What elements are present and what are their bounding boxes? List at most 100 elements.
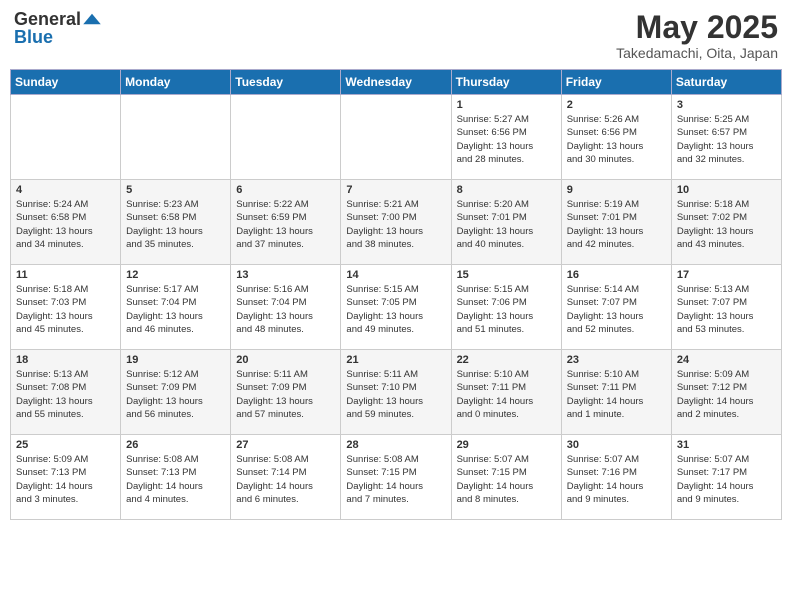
weekday-header-wednesday: Wednesday (341, 70, 451, 95)
day-info: Sunrise: 5:11 AM Sunset: 7:10 PM Dayligh… (346, 368, 445, 421)
day-info: Sunrise: 5:18 AM Sunset: 7:03 PM Dayligh… (16, 283, 115, 336)
day-info: Sunrise: 5:25 AM Sunset: 6:57 PM Dayligh… (677, 113, 776, 166)
calendar-cell: 1 Sunrise: 5:27 AM Sunset: 6:56 PM Daylig… (451, 95, 561, 180)
day-info: Sunrise: 5:16 AM Sunset: 7:04 PM Dayligh… (236, 283, 335, 336)
day-info: Sunrise: 5:09 AM Sunset: 7:13 PM Dayligh… (16, 453, 115, 506)
day-info: Sunrise: 5:07 AM Sunset: 7:17 PM Dayligh… (677, 453, 776, 506)
day-info: Sunrise: 5:08 AM Sunset: 7:13 PM Dayligh… (126, 453, 225, 506)
weekday-header-saturday: Saturday (671, 70, 781, 95)
day-info: Sunrise: 5:10 AM Sunset: 7:11 PM Dayligh… (457, 368, 556, 421)
day-number: 1 (457, 99, 556, 111)
day-number: 7 (346, 184, 445, 196)
title-block: May 2025 Takedamachi, Oita, Japan (616, 10, 778, 61)
calendar-cell: 22 Sunrise: 5:10 AM Sunset: 7:11 PM Dayli… (451, 350, 561, 435)
day-info: Sunrise: 5:19 AM Sunset: 7:01 PM Dayligh… (567, 198, 666, 251)
day-number: 10 (677, 184, 776, 196)
location: Takedamachi, Oita, Japan (616, 45, 778, 61)
calendar-cell (11, 95, 121, 180)
weekday-header-thursday: Thursday (451, 70, 561, 95)
calendar-cell: 6Sunrise: 5:22 AM Sunset: 6:59 PM Daylig… (231, 180, 341, 265)
calendar-cell: 13 Sunrise: 5:16 AM Sunset: 7:04 PM Dayli… (231, 265, 341, 350)
day-number: 16 (567, 269, 666, 281)
calendar-cell: 4 Sunrise: 5:24 AM Sunset: 6:58 PM Daylig… (11, 180, 121, 265)
calendar-table: SundayMondayTuesdayWednesdayThursdayFrid… (10, 69, 782, 520)
day-info: Sunrise: 5:08 AM Sunset: 7:14 PM Dayligh… (236, 453, 335, 506)
day-info: Sunrise: 5:17 AM Sunset: 7:04 PM Dayligh… (126, 283, 225, 336)
day-info: Sunrise: 5:23 AM Sunset: 6:58 PM Dayligh… (126, 198, 225, 251)
calendar-cell: 20 Sunrise: 5:11 AM Sunset: 7:09 PM Dayli… (231, 350, 341, 435)
day-number: 13 (236, 269, 335, 281)
weekday-header-row: SundayMondayTuesdayWednesdayThursdayFrid… (11, 70, 782, 95)
calendar-cell: 17Sunrise: 5:13 AM Sunset: 7:07 PM Dayli… (671, 265, 781, 350)
week-row-3: 11 Sunrise: 5:18 AM Sunset: 7:03 PM Dayli… (11, 265, 782, 350)
week-row-4: 18 Sunrise: 5:13 AM Sunset: 7:08 PM Dayli… (11, 350, 782, 435)
day-info: Sunrise: 5:12 AM Sunset: 7:09 PM Dayligh… (126, 368, 225, 421)
calendar-cell: 24 Sunrise: 5:09 AM Sunset: 7:12 PM Dayli… (671, 350, 781, 435)
calendar-cell: 2Sunrise: 5:26 AM Sunset: 6:56 PM Daylig… (561, 95, 671, 180)
day-number: 8 (457, 184, 556, 196)
day-number: 4 (16, 184, 115, 196)
logo-icon (83, 12, 101, 26)
day-number: 9 (567, 184, 666, 196)
day-number: 27 (236, 439, 335, 451)
calendar-cell (121, 95, 231, 180)
calendar-cell: 11 Sunrise: 5:18 AM Sunset: 7:03 PM Dayli… (11, 265, 121, 350)
day-number: 23 (567, 354, 666, 366)
day-number: 30 (567, 439, 666, 451)
day-number: 20 (236, 354, 335, 366)
day-number: 3 (677, 99, 776, 111)
day-info: Sunrise: 5:15 AM Sunset: 7:06 PM Dayligh… (457, 283, 556, 336)
day-info: Sunrise: 5:13 AM Sunset: 7:08 PM Dayligh… (16, 368, 115, 421)
day-number: 19 (126, 354, 225, 366)
day-info: Sunrise: 5:27 AM Sunset: 6:56 PM Dayligh… (457, 113, 556, 166)
calendar-cell: 7Sunrise: 5:21 AM Sunset: 7:00 PM Daylig… (341, 180, 451, 265)
day-info: Sunrise: 5:10 AM Sunset: 7:11 PM Dayligh… (567, 368, 666, 421)
calendar-cell: 31 Sunrise: 5:07 AM Sunset: 7:17 PM Dayli… (671, 435, 781, 520)
calendar-cell (341, 95, 451, 180)
calendar-cell: 19 Sunrise: 5:12 AM Sunset: 7:09 PM Dayli… (121, 350, 231, 435)
day-number: 24 (677, 354, 776, 366)
day-info: Sunrise: 5:11 AM Sunset: 7:09 PM Dayligh… (236, 368, 335, 421)
day-number: 18 (16, 354, 115, 366)
weekday-header-monday: Monday (121, 70, 231, 95)
day-info: Sunrise: 5:07 AM Sunset: 7:15 PM Dayligh… (457, 453, 556, 506)
calendar-cell: 5Sunrise: 5:23 AM Sunset: 6:58 PM Daylig… (121, 180, 231, 265)
calendar-cell: 18 Sunrise: 5:13 AM Sunset: 7:08 PM Dayli… (11, 350, 121, 435)
day-info: Sunrise: 5:14 AM Sunset: 7:07 PM Dayligh… (567, 283, 666, 336)
calendar-cell: 25Sunrise: 5:09 AM Sunset: 7:13 PM Dayli… (11, 435, 121, 520)
logo: General Blue (14, 10, 101, 46)
day-info: Sunrise: 5:09 AM Sunset: 7:12 PM Dayligh… (677, 368, 776, 421)
calendar-cell: 14Sunrise: 5:15 AM Sunset: 7:05 PM Dayli… (341, 265, 451, 350)
calendar-cell: 21 Sunrise: 5:11 AM Sunset: 7:10 PM Dayli… (341, 350, 451, 435)
weekday-header-tuesday: Tuesday (231, 70, 341, 95)
day-number: 14 (346, 269, 445, 281)
calendar-cell: 15 Sunrise: 5:15 AM Sunset: 7:06 PM Dayli… (451, 265, 561, 350)
logo-general-text: General (14, 10, 81, 28)
day-number: 26 (126, 439, 225, 451)
day-info: Sunrise: 5:24 AM Sunset: 6:58 PM Dayligh… (16, 198, 115, 251)
day-number: 22 (457, 354, 556, 366)
day-number: 31 (677, 439, 776, 451)
calendar-cell: 27 Sunrise: 5:08 AM Sunset: 7:14 PM Dayli… (231, 435, 341, 520)
day-info: Sunrise: 5:13 AM Sunset: 7:07 PM Dayligh… (677, 283, 776, 336)
calendar-cell: 23 Sunrise: 5:10 AM Sunset: 7:11 PM Dayli… (561, 350, 671, 435)
week-row-2: 4 Sunrise: 5:24 AM Sunset: 6:58 PM Daylig… (11, 180, 782, 265)
day-info: Sunrise: 5:20 AM Sunset: 7:01 PM Dayligh… (457, 198, 556, 251)
day-number: 2 (567, 99, 666, 111)
day-info: Sunrise: 5:07 AM Sunset: 7:16 PM Dayligh… (567, 453, 666, 506)
day-number: 15 (457, 269, 556, 281)
logo-blue-text: Blue (14, 28, 53, 46)
day-info: Sunrise: 5:22 AM Sunset: 6:59 PM Dayligh… (236, 198, 335, 251)
day-info: Sunrise: 5:08 AM Sunset: 7:15 PM Dayligh… (346, 453, 445, 506)
calendar-cell: 30 Sunrise: 5:07 AM Sunset: 7:16 PM Dayli… (561, 435, 671, 520)
day-number: 11 (16, 269, 115, 281)
week-row-5: 25Sunrise: 5:09 AM Sunset: 7:13 PM Dayli… (11, 435, 782, 520)
weekday-header-friday: Friday (561, 70, 671, 95)
page-header: General Blue May 2025 Takedamachi, Oita,… (10, 10, 782, 61)
day-number: 21 (346, 354, 445, 366)
calendar-cell: 16 Sunrise: 5:14 AM Sunset: 7:07 PM Dayli… (561, 265, 671, 350)
day-info: Sunrise: 5:18 AM Sunset: 7:02 PM Dayligh… (677, 198, 776, 251)
calendar-cell: 26 Sunrise: 5:08 AM Sunset: 7:13 PM Dayli… (121, 435, 231, 520)
calendar-cell (231, 95, 341, 180)
calendar-cell: 12Sunrise: 5:17 AM Sunset: 7:04 PM Dayli… (121, 265, 231, 350)
